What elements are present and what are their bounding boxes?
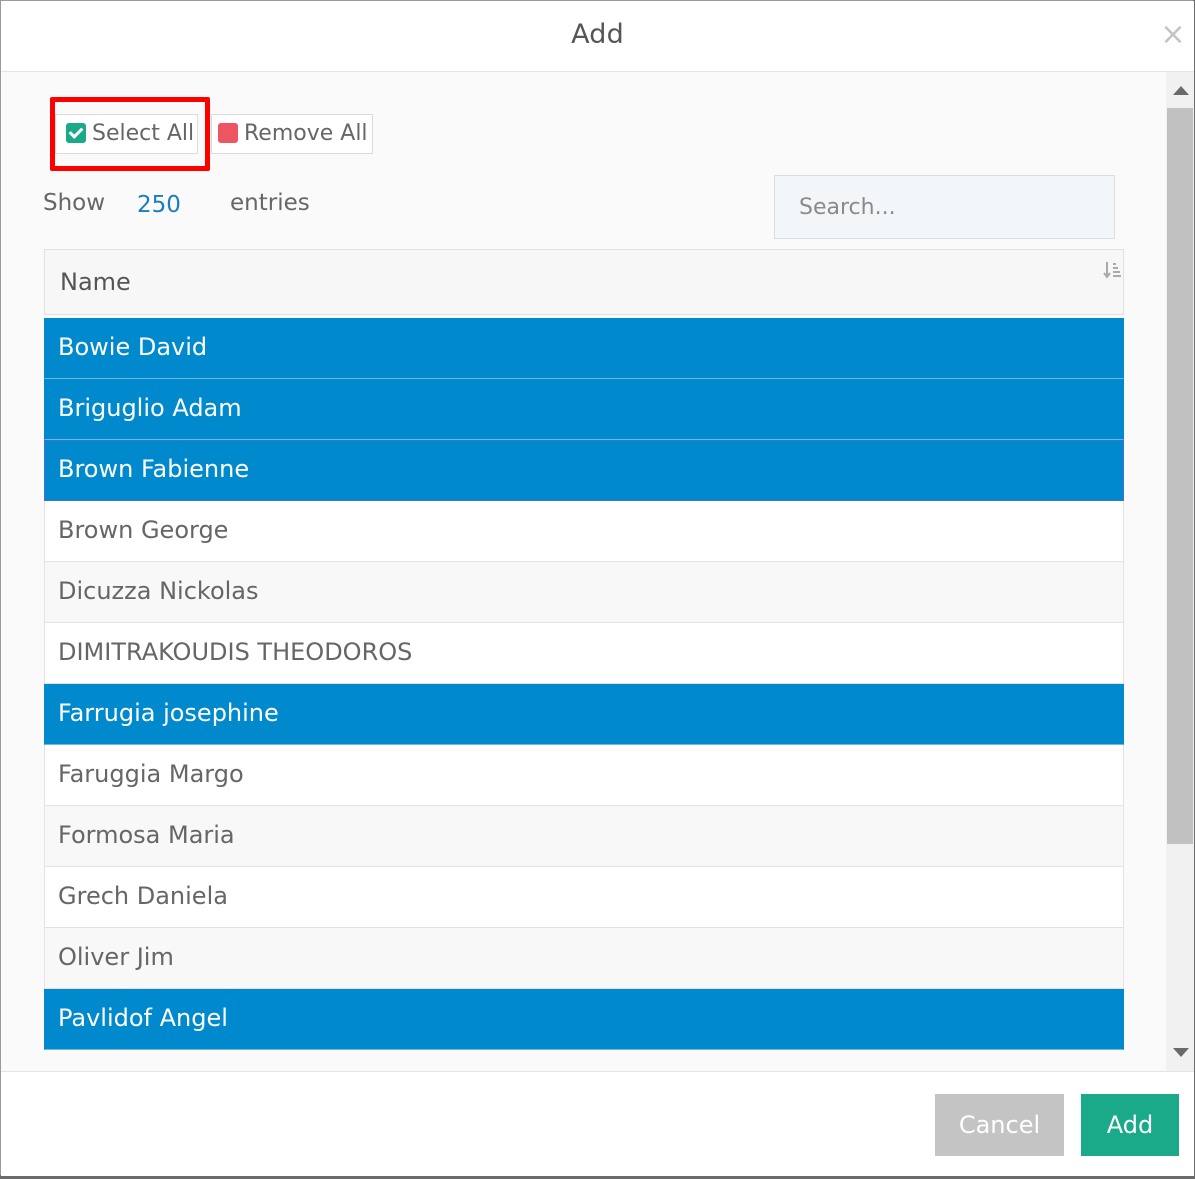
table-row[interactable]: Dicuzza Nickolas xyxy=(44,562,1124,623)
add-modal: Add × Select All Remove All Show 250 ent… xyxy=(0,0,1194,1176)
modal-header: Add × xyxy=(1,1,1194,72)
entries-length-select[interactable]: 250 xyxy=(137,192,181,218)
row-name: Brown Fabienne xyxy=(58,455,250,483)
close-icon[interactable]: × xyxy=(1159,19,1187,51)
square-remove-icon xyxy=(218,123,238,143)
modal-footer: Cancel Add xyxy=(1,1071,1194,1176)
table-row[interactable]: Brown Fabienne xyxy=(44,440,1124,501)
add-button[interactable]: Add xyxy=(1081,1094,1179,1156)
table-row[interactable]: Oliver Jim xyxy=(44,928,1124,989)
remove-all-button[interactable]: Remove All xyxy=(211,114,373,154)
sort-icon xyxy=(1103,262,1121,279)
scroll-down-arrow-icon[interactable] xyxy=(1173,1048,1189,1057)
table-row[interactable]: Brown George xyxy=(44,501,1124,562)
table-row[interactable]: Pavlidof Angel xyxy=(44,989,1124,1050)
table-row[interactable]: DIMITRAKOUDIS THEODOROS xyxy=(44,623,1124,684)
row-name: Dicuzza Nickolas xyxy=(58,577,259,605)
names-table: Name Bowie David Briguglio Adam Brown Fabi… xyxy=(44,249,1124,1050)
row-name: Faruggia Margo xyxy=(58,760,244,788)
row-name: Briguglio Adam xyxy=(58,394,242,422)
remove-all-label: Remove All xyxy=(244,121,368,146)
table-row[interactable]: Grech Daniela xyxy=(44,867,1124,928)
row-name: Grech Daniela xyxy=(58,882,228,910)
table-row[interactable]: Farrugia josephine xyxy=(44,684,1124,745)
table-row[interactable]: Formosa Maria xyxy=(44,806,1124,867)
table-row[interactable]: Briguglio Adam xyxy=(44,379,1124,440)
entries-label: entries xyxy=(230,190,310,216)
column-header-label: Name xyxy=(60,268,131,296)
search-input[interactable] xyxy=(774,175,1115,239)
modal-body: Select All Remove All Show 250 entries N… xyxy=(1,72,1194,1071)
row-name: Bowie David xyxy=(58,333,208,361)
table-body: Bowie David Briguglio Adam Brown Fabienne B… xyxy=(44,318,1124,1050)
row-name: Brown George xyxy=(58,516,229,544)
row-name: Formosa Maria xyxy=(58,821,235,849)
table-header-name[interactable]: Name xyxy=(44,249,1124,315)
row-name: Farrugia josephine xyxy=(58,699,279,727)
modal-title: Add xyxy=(571,19,624,50)
row-name: Oliver Jim xyxy=(58,943,174,971)
show-label: Show xyxy=(43,190,106,216)
row-name: DIMITRAKOUDIS THEODOROS xyxy=(58,638,413,666)
scroll-thumb[interactable] xyxy=(1167,108,1193,844)
cancel-button[interactable]: Cancel xyxy=(935,1094,1064,1156)
scroll-up-arrow-icon[interactable] xyxy=(1173,86,1189,95)
table-row[interactable]: Bowie David xyxy=(44,318,1124,379)
scrollbar[interactable] xyxy=(1166,72,1194,1071)
row-name: Pavlidof Angel xyxy=(58,1004,228,1032)
highlight-annotation-box xyxy=(50,97,210,171)
table-row[interactable]: Faruggia Margo xyxy=(44,745,1124,806)
